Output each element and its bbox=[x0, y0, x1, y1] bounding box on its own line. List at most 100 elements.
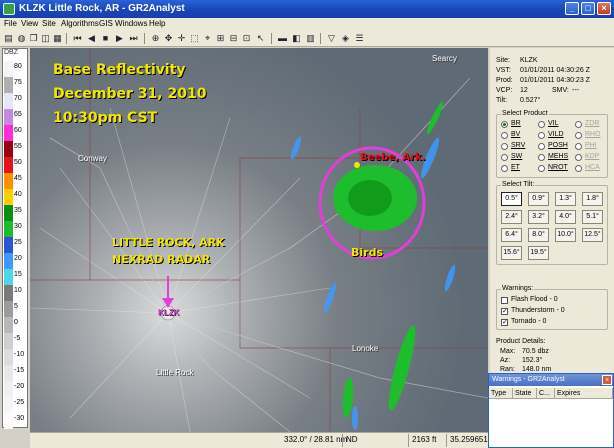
product-label: MEHS bbox=[548, 153, 569, 160]
tilt-button[interactable]: 10.0° bbox=[555, 228, 576, 242]
panel-icon[interactable]: ▥ bbox=[305, 32, 316, 44]
pointer-icon[interactable]: ↖ bbox=[255, 32, 266, 44]
color-scale-label: 5 bbox=[14, 303, 18, 310]
warnings-window-close-button[interactable]: × bbox=[602, 375, 612, 385]
menu-site[interactable]: Site bbox=[42, 19, 56, 28]
tornado-checkbox[interactable]: ✓ bbox=[501, 319, 508, 326]
crosshair-icon[interactable]: ✛ bbox=[176, 32, 187, 44]
vcp-label: VCP: bbox=[496, 87, 513, 94]
close-button[interactable]: × bbox=[597, 2, 611, 15]
radar-map-view[interactable]: Base Reflectivity December 31, 2010 10:3… bbox=[30, 48, 488, 432]
product-radio-nrot[interactable] bbox=[538, 165, 545, 172]
product-radio-vil[interactable] bbox=[538, 121, 545, 128]
city-label-conway: Conway bbox=[78, 154, 107, 163]
open-folder-icon[interactable]: ▤ bbox=[3, 32, 14, 44]
center-icon[interactable]: ⊡ bbox=[241, 32, 252, 44]
play-icon[interactable]: ▶ bbox=[114, 32, 125, 44]
column-header-expires[interactable]: Expires bbox=[555, 388, 613, 399]
filter-icon[interactable]: ▽ bbox=[326, 32, 337, 44]
color-scale-label: 55 bbox=[14, 143, 22, 150]
thunderstorm-checkbox[interactable]: ✓ bbox=[501, 308, 508, 315]
tilt-button[interactable]: 3.2° bbox=[528, 210, 549, 224]
vst-value: 01/01/2011 04:30:26 Z bbox=[520, 67, 590, 74]
menu-help[interactable]: Help bbox=[149, 19, 165, 28]
title-bar: KLZK Little Rock, AR - GR2Analyst _ □ × bbox=[0, 0, 614, 18]
color-scale-swatch bbox=[4, 125, 13, 141]
tilt-button[interactable]: 4.0° bbox=[555, 210, 576, 224]
color-scale-label: 45 bbox=[14, 175, 22, 182]
zoom-icon[interactable]: ⊕ bbox=[150, 32, 161, 44]
tilt-button[interactable]: 0.5° bbox=[501, 192, 522, 206]
column-header-c[interactable]: C... bbox=[537, 388, 555, 399]
color-scale-label: 10 bbox=[14, 287, 22, 294]
previous-frame-icon[interactable]: ◀ bbox=[86, 32, 97, 44]
ran-label: Ran: bbox=[500, 366, 515, 373]
color-scale-swatch bbox=[4, 269, 13, 285]
color-scale-swatch bbox=[4, 237, 13, 253]
tilt-value: 0.527° bbox=[520, 97, 541, 104]
menu-windows[interactable]: Windows bbox=[115, 19, 147, 28]
bird-roost-echo bbox=[333, 165, 417, 231]
tilt-button[interactable]: 15.6° bbox=[501, 246, 522, 260]
tilt-button[interactable]: 1.8° bbox=[582, 192, 603, 206]
product-radio-rho bbox=[575, 132, 582, 139]
product-radio-vild[interactable] bbox=[538, 132, 545, 139]
color-scale-swatch bbox=[4, 61, 13, 77]
max-value: 70.5 dbz bbox=[522, 348, 549, 355]
ground-clutter-streak bbox=[30, 307, 169, 314]
column-header-type[interactable]: Type bbox=[489, 388, 513, 399]
minimize-button[interactable]: _ bbox=[565, 2, 579, 15]
tilt-button[interactable]: 0.9° bbox=[528, 192, 549, 206]
tilt-button[interactable]: 19.5° bbox=[528, 246, 549, 260]
zoom-in-icon[interactable]: ⊞ bbox=[215, 32, 226, 44]
last-frame-icon[interactable]: ⏭ bbox=[128, 32, 139, 44]
rectangle-select-icon[interactable]: ⬚ bbox=[189, 32, 200, 44]
product-radio-mehs[interactable] bbox=[538, 154, 545, 161]
color-scale-label: 25 bbox=[14, 239, 22, 246]
maximize-button[interactable]: □ bbox=[581, 2, 595, 15]
ground-clutter-streak bbox=[69, 312, 169, 419]
tilt-button[interactable]: 12.5° bbox=[582, 228, 603, 242]
dash-icon[interactable]: ▬ bbox=[277, 32, 288, 44]
product-radio-sw[interactable] bbox=[501, 154, 508, 161]
menu-algorithms[interactable]: Algorithms bbox=[61, 19, 99, 28]
toolbar-separator bbox=[66, 33, 67, 44]
color-scale-swatch bbox=[4, 381, 13, 397]
tilt-button[interactable]: 1.3° bbox=[555, 192, 576, 206]
tilt-button[interactable]: 8.0° bbox=[528, 228, 549, 242]
list-icon[interactable]: ☰ bbox=[354, 32, 365, 44]
menu-view[interactable]: View bbox=[21, 19, 38, 28]
layers-icon[interactable]: ◫ bbox=[40, 32, 51, 44]
tilt-button[interactable]: 2.4° bbox=[501, 210, 522, 224]
thunderstorm-label: Thunderstorm - 0 bbox=[511, 307, 565, 314]
product-radio-kdp bbox=[575, 154, 582, 161]
globe-icon[interactable]: ◍ bbox=[16, 32, 27, 44]
product-radio-bv[interactable] bbox=[501, 132, 508, 139]
tilt-button[interactable]: 5.1° bbox=[582, 210, 603, 224]
vst-label: VST: bbox=[496, 67, 511, 74]
product-radio-br[interactable] bbox=[501, 121, 508, 128]
flash-flood-label: Flash Flood - 0 bbox=[511, 296, 558, 303]
color-scale-label: -25 bbox=[14, 399, 25, 406]
zoom-out-icon[interactable]: ⊟ bbox=[228, 32, 239, 44]
menu-gis[interactable]: GIS bbox=[99, 19, 113, 28]
first-frame-icon[interactable]: ⏮ bbox=[72, 32, 83, 44]
product-radio-posh[interactable] bbox=[538, 143, 545, 150]
measure-icon[interactable]: ⌖ bbox=[202, 32, 213, 44]
pan-icon[interactable]: ✥ bbox=[163, 32, 174, 44]
tilt-button[interactable]: 6.4° bbox=[501, 228, 522, 242]
product-radio-srv[interactable] bbox=[501, 143, 508, 150]
city-label-searcy: Searcy bbox=[432, 54, 457, 63]
column-header-state[interactable]: State bbox=[513, 388, 537, 399]
grid-icon[interactable]: ▦ bbox=[52, 32, 63, 44]
copy-icon[interactable]: ❐ bbox=[28, 32, 39, 44]
prod-label: Prod: bbox=[496, 77, 513, 84]
highway-line bbox=[167, 312, 488, 399]
product-details-group: Product Details: Max: 70.5 dbz Az: 152.3… bbox=[496, 338, 608, 375]
flash-flood-checkbox[interactable] bbox=[501, 297, 508, 304]
menu-file[interactable]: File bbox=[4, 19, 17, 28]
product-radio-et[interactable] bbox=[501, 165, 508, 172]
split-view-icon[interactable]: ◧ bbox=[291, 32, 302, 44]
diamond-icon[interactable]: ◈ bbox=[340, 32, 351, 44]
stop-icon[interactable]: ■ bbox=[100, 32, 111, 44]
